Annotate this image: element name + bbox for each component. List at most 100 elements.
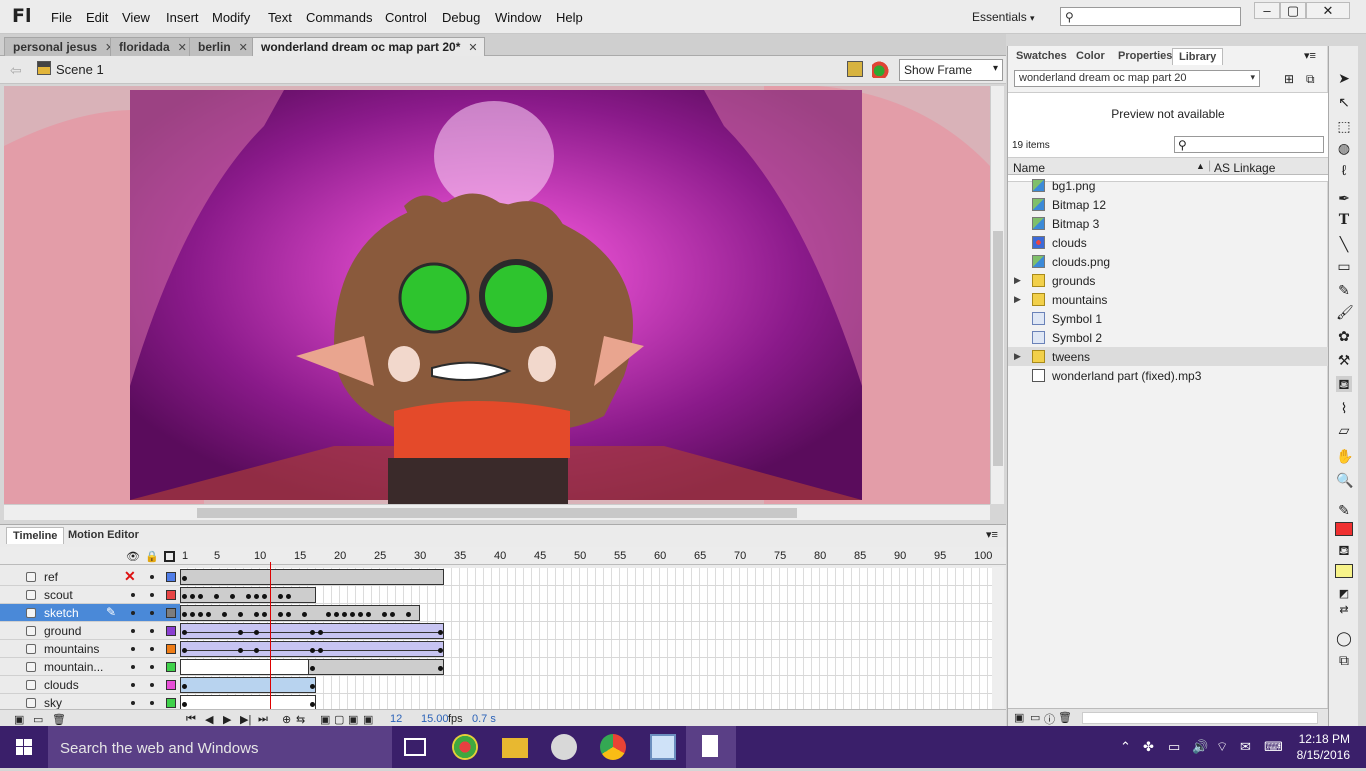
visibility-dot-icon[interactable] (131, 593, 135, 597)
library-item[interactable]: ▶ mountains (1008, 290, 1328, 309)
outline-icon[interactable] (164, 551, 175, 562)
layer-outline-color[interactable] (166, 698, 176, 708)
keyframe[interactable] (438, 666, 443, 671)
keyframe[interactable] (238, 630, 243, 635)
volume-icon[interactable]: 🔊 (1192, 739, 1208, 755)
library-item[interactable]: Bitmap 12 (1008, 195, 1328, 214)
tab-timeline[interactable]: Timeline (6, 527, 65, 544)
library-document-select[interactable]: wonderland dream oc map part 20 ▾ (1014, 70, 1260, 87)
lock-icon[interactable]: 🔒 (145, 550, 159, 563)
stage-vertical-scrollbar[interactable] (990, 86, 1004, 504)
keyframe[interactable] (254, 630, 259, 635)
tab-library[interactable]: Library (1172, 48, 1224, 65)
close-icon[interactable]: ✕ (239, 42, 248, 54)
lock-dot-icon[interactable] (150, 647, 154, 651)
layer-outline-color[interactable] (166, 572, 176, 582)
keyframe[interactable] (278, 594, 283, 599)
layer-name[interactable]: ground (44, 624, 81, 638)
layer-outline-color[interactable] (166, 662, 176, 672)
hand-tool-icon[interactable]: ✋ (1336, 448, 1353, 464)
menu-commands[interactable]: Commands (306, 10, 372, 25)
menu-modify[interactable]: Modify (212, 10, 250, 25)
center-frame-icon[interactable]: ⊕ (282, 713, 291, 726)
keyframe[interactable] (254, 648, 259, 653)
maximize-button[interactable]: ▢ (1280, 2, 1306, 19)
tab-motion-editor[interactable]: Motion Editor (62, 527, 145, 544)
expand-arrow-icon[interactable]: ▶ (1014, 294, 1021, 305)
layer-outline-color[interactable] (166, 590, 176, 600)
battery-icon[interactable]: ▭ (1168, 739, 1180, 755)
doc-tab-floridada[interactable]: floridada ✕ (110, 37, 194, 56)
properties-icon[interactable]: ⓘ (1044, 711, 1055, 727)
workspace-switcher[interactable]: Essentials ▾ (972, 10, 1035, 24)
keyframe[interactable] (182, 702, 187, 707)
frame-span[interactable] (180, 623, 444, 639)
visibility-dot-icon[interactable] (131, 683, 135, 687)
subselection-tool-icon[interactable]: ↖ (1336, 94, 1352, 110)
frame-span[interactable] (180, 569, 444, 585)
menu-edit[interactable]: Edit (86, 10, 108, 25)
library-hscroll[interactable] (1082, 712, 1318, 724)
close-button[interactable]: ✕ (1306, 2, 1350, 19)
keyboard-icon[interactable]: ⌨ (1264, 739, 1283, 755)
chevron-up-icon[interactable]: ⌃ (1120, 739, 1131, 755)
frame-span[interactable] (308, 659, 444, 675)
doc-tab-wonderland[interactable]: wonderland dream oc map part 20* ✕ (252, 37, 485, 56)
3d-rotation-tool-icon[interactable]: ◍ (1336, 140, 1352, 156)
keyframe[interactable] (238, 648, 243, 653)
delete-icon[interactable]: 🗑 (1058, 711, 1072, 724)
keyframe[interactable] (182, 594, 187, 599)
keyframe[interactable] (182, 612, 187, 617)
swap-colors-icon[interactable]: ◩ (1336, 586, 1352, 602)
keyframe[interactable] (334, 612, 339, 617)
pin-icon[interactable]: ⊞ (1284, 72, 1294, 86)
scene-label[interactable]: Scene 1 (56, 62, 104, 77)
clock-date[interactable]: 8/15/2016 (1290, 748, 1350, 762)
layer-row[interactable]: scout (0, 586, 180, 604)
keyframe[interactable] (310, 684, 315, 689)
minimize-button[interactable]: – (1254, 2, 1280, 19)
photos-app-icon[interactable] (650, 734, 676, 760)
keyframe[interactable] (206, 612, 211, 617)
keyframe[interactable] (438, 630, 443, 635)
close-icon[interactable]: ✕ (468, 42, 477, 54)
layer-name[interactable]: scout (44, 588, 73, 602)
layer-name[interactable]: sketch (44, 606, 79, 620)
lock-dot-icon[interactable] (150, 575, 154, 579)
hidden-x-icon[interactable]: ✕ (124, 568, 136, 585)
bone-tool-icon[interactable]: ⚒ (1336, 352, 1352, 368)
keyframe[interactable] (230, 594, 235, 599)
flash-app-taskbar-item[interactable] (686, 726, 736, 768)
keyframe[interactable] (318, 648, 323, 653)
step-back-icon[interactable]: ◀ (205, 713, 213, 726)
menu-text[interactable]: Text (268, 10, 292, 25)
current-frame[interactable]: 12 (390, 713, 402, 725)
expand-arrow-icon[interactable]: ▶ (1014, 351, 1021, 362)
paint-app-icon[interactable] (551, 734, 577, 760)
visibility-dot-icon[interactable] (131, 665, 135, 669)
wifi-icon[interactable]: ⌔ (1216, 739, 1228, 755)
visibility-dot-icon[interactable] (131, 701, 135, 705)
line-tool-icon[interactable]: ╲ (1336, 236, 1352, 252)
layer-outline-color[interactable] (166, 680, 176, 690)
timeline-scrollbar[interactable] (992, 567, 1004, 709)
frame-span[interactable] (180, 641, 444, 657)
first-frame-icon[interactable]: ⏮ (186, 713, 196, 726)
delete-icon[interactable]: 🗑 (52, 713, 66, 726)
edit-symbols-icon[interactable] (847, 61, 863, 77)
lock-dot-icon[interactable] (150, 683, 154, 687)
zoom-tool-icon[interactable]: 🔍 (1336, 472, 1353, 488)
expand-arrow-icon[interactable]: ▶ (1014, 275, 1021, 286)
back-arrow-icon[interactable]: ⇦ (10, 62, 22, 79)
keyframe[interactable] (310, 648, 315, 653)
layer-row[interactable]: mountain... (0, 658, 180, 676)
lock-dot-icon[interactable] (150, 593, 154, 597)
fill-color-icon[interactable]: ⛾ (1336, 542, 1352, 558)
menu-view[interactable]: View (122, 10, 150, 25)
menu-debug[interactable]: Debug (442, 10, 480, 25)
keyframe[interactable] (310, 702, 315, 707)
layer-outline-color[interactable] (166, 626, 176, 636)
menu-control[interactable]: Control (385, 10, 427, 25)
frame-span[interactable] (180, 605, 420, 621)
layer-frames[interactable] (180, 604, 992, 622)
